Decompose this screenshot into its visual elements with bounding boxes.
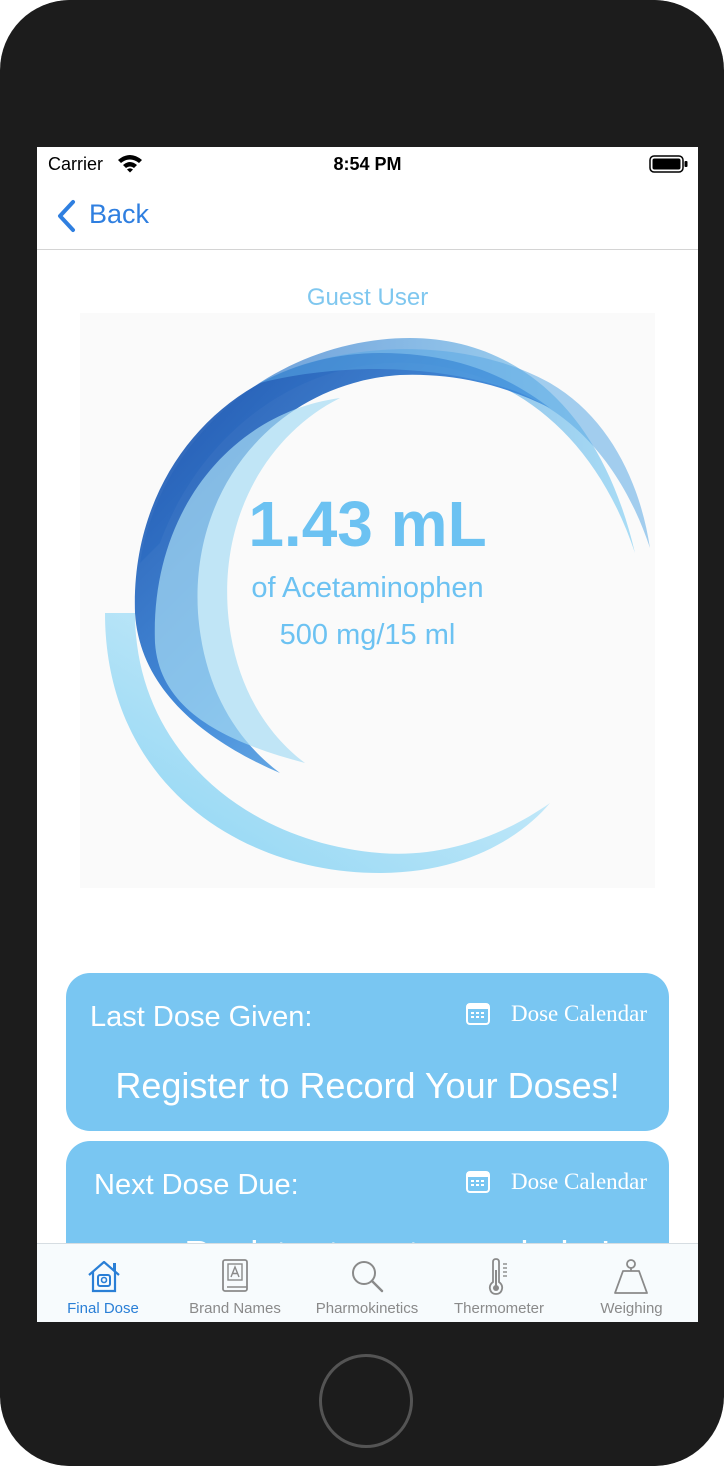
calendar-icon[interactable] bbox=[466, 1171, 490, 1193]
app-screen: Carrier 8:54 PM Back Guest User 1.43 mL … bbox=[37, 147, 698, 1322]
home-button[interactable] bbox=[319, 1354, 413, 1448]
tab-brand-names[interactable]: Brand Names bbox=[169, 1244, 301, 1322]
dose-calendar-link[interactable]: Dose Calendar bbox=[511, 1001, 647, 1027]
register-record-message[interactable]: Register to Record Your Doses! bbox=[66, 1065, 669, 1107]
last-dose-title: Last Dose Given: bbox=[90, 1001, 313, 1033]
tab-bar: Final Dose Brand Names Pharmokinetics Th… bbox=[37, 1243, 698, 1322]
calendar-icon[interactable] bbox=[466, 1003, 490, 1025]
tab-label: Brand Names bbox=[189, 1300, 281, 1317]
status-bar: Carrier 8:54 PM bbox=[37, 147, 698, 183]
search-icon bbox=[352, 1261, 384, 1293]
tab-label: Pharmokinetics bbox=[315, 1300, 419, 1317]
dose-amount: 1.43 mL bbox=[248, 488, 487, 560]
thermometer-icon bbox=[488, 1258, 507, 1295]
book-icon bbox=[222, 1259, 248, 1292]
device-frame: Carrier 8:54 PM Back Guest User 1.43 mL … bbox=[0, 0, 724, 1466]
home-icon bbox=[88, 1260, 120, 1293]
status-time: 8:54 PM bbox=[333, 154, 402, 174]
tab-thermometer[interactable]: Thermometer bbox=[433, 1244, 565, 1322]
dose-calendar-link[interactable]: Dose Calendar bbox=[511, 1169, 647, 1195]
tab-weighing[interactable]: Weighing bbox=[565, 1244, 698, 1322]
tab-label: Thermometer bbox=[453, 1300, 545, 1317]
navigation-bar: Back bbox=[37, 183, 698, 250]
tab-pharmokinetics[interactable]: Pharmokinetics bbox=[301, 1244, 433, 1322]
tab-final-dose[interactable]: Final Dose bbox=[37, 1244, 169, 1322]
back-button[interactable]: Back bbox=[89, 199, 149, 230]
back-chevron-icon[interactable] bbox=[56, 199, 78, 233]
tab-label: Weighing bbox=[600, 1300, 663, 1317]
drug-name: of Acetaminophen bbox=[251, 572, 484, 604]
last-dose-card: Last Dose Given: Dose Calendar Register … bbox=[66, 973, 669, 1131]
battery-icon bbox=[649, 155, 688, 173]
next-dose-title: Next Dose Due: bbox=[94, 1169, 299, 1201]
user-name: Guest User bbox=[306, 284, 429, 311]
scale-icon bbox=[614, 1259, 648, 1294]
tab-label: Final Dose bbox=[67, 1300, 139, 1317]
drug-concentration: 500 mg/15 ml bbox=[279, 619, 456, 651]
